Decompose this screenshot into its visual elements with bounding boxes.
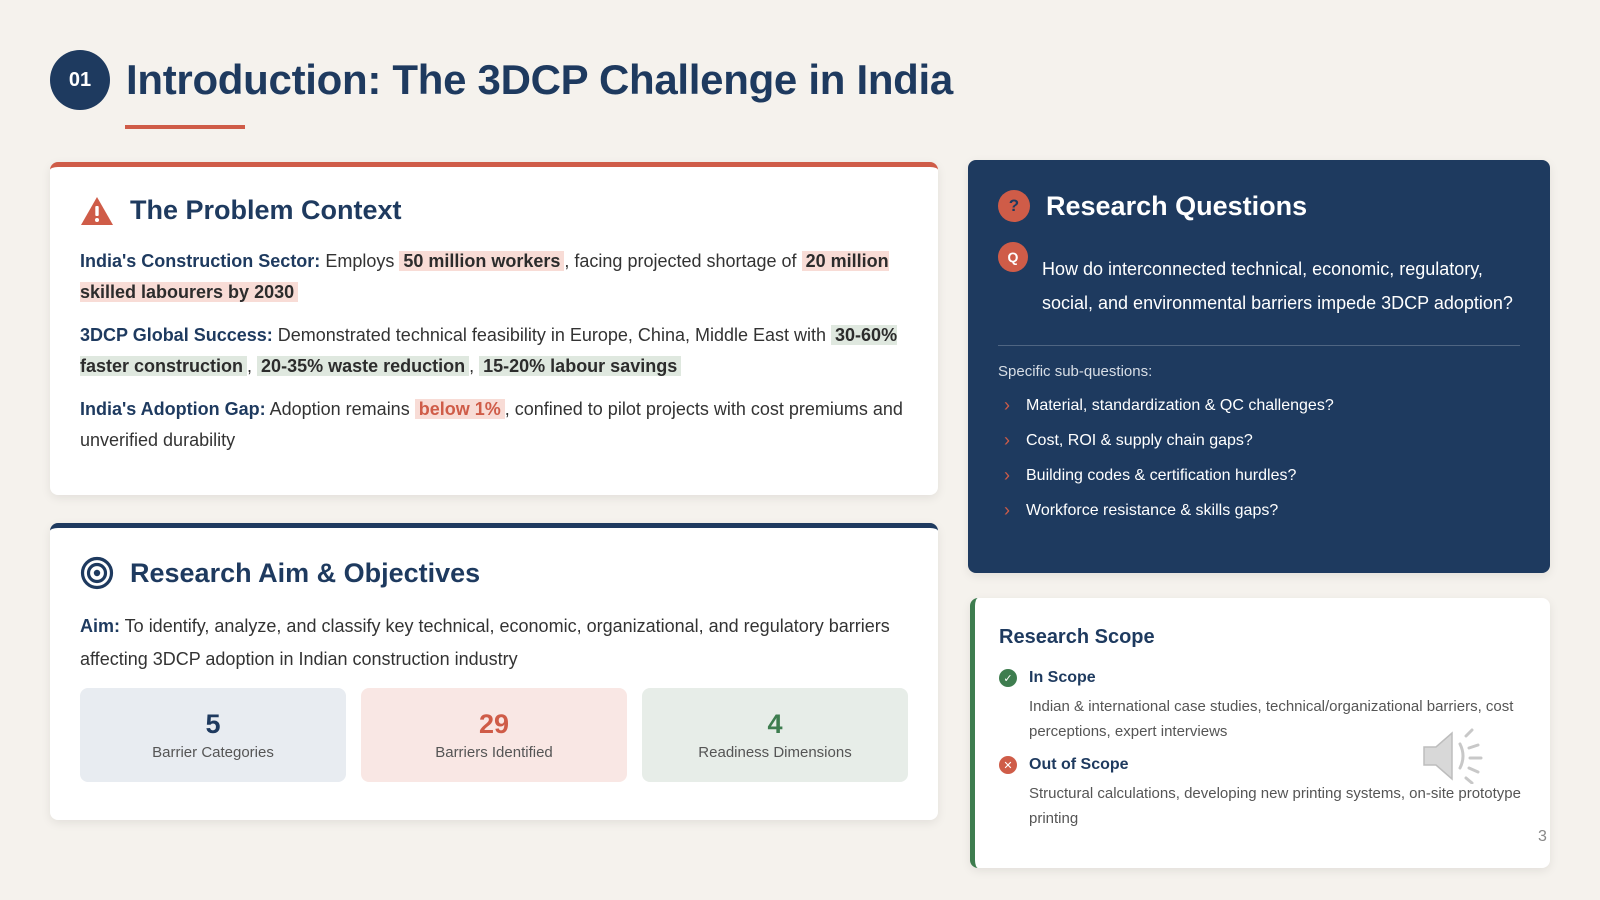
research-questions-header: ? Research Questions (998, 190, 1520, 222)
stats-row: 5 Barrier Categories 29 Barriers Identif… (80, 688, 908, 782)
stat-label: Barriers Identified (435, 744, 553, 761)
research-scope-heading: Research Scope (999, 626, 1155, 648)
chevron-right-icon: › (1004, 395, 1010, 415)
x-circle-icon: ✕ (999, 756, 1017, 774)
chevron-right-icon: › (1004, 465, 1010, 485)
research-questions-card: ? Research Questions Q How do interconne… (968, 160, 1550, 573)
page-number: 3 (1538, 828, 1547, 845)
target-icon (80, 556, 114, 590)
divider (998, 345, 1520, 346)
stat-value: 5 (205, 709, 221, 739)
highlight-labour: 15-20% labour savings (479, 356, 682, 376)
q-badge: Q (998, 242, 1028, 272)
problem-context-header: The Problem Context (80, 195, 908, 226)
slide-header: 01 Introduction: The 3DCP Challenge in I… (50, 50, 953, 110)
global-text-1: Demonstrated technical feasibility in Eu… (272, 325, 832, 345)
global-sep-2: , (469, 356, 480, 376)
title-underline (125, 125, 245, 129)
sector-label: India's Construction Sector: (80, 251, 321, 271)
gap-label: India's Adoption Gap: (80, 399, 266, 419)
research-aim-header: Research Aim & Objectives (80, 556, 908, 590)
highlight-waste: 20-35% waste reduction (257, 356, 470, 376)
sub-question-text: Cost, ROI & supply chain gaps? (1026, 431, 1253, 449)
stat-barriers-identified: 29 Barriers Identified (361, 688, 627, 782)
chevron-right-icon: › (1004, 500, 1010, 520)
sector-paragraph: India's Construction Sector: Employs 50 … (80, 246, 908, 308)
in-scope-title: In Scope (1029, 669, 1096, 686)
speaker-icon[interactable] (1422, 728, 1488, 784)
aim-paragraph: Aim: To identify, analyze, and classify … (80, 610, 908, 676)
sub-question-text: Material, standardization & QC challenge… (1026, 396, 1334, 414)
global-sep-1: , (247, 356, 258, 376)
check-circle-icon: ✓ (999, 669, 1017, 687)
sub-question-item: › Cost, ROI & supply chain gaps? (998, 423, 1520, 458)
research-aim-heading: Research Aim & Objectives (130, 557, 481, 588)
sector-text-2: , facing projected shortage of (564, 251, 802, 271)
page-title: Introduction: The 3DCP Challenge in Indi… (126, 56, 953, 103)
global-label: 3DCP Global Success: (80, 325, 273, 345)
sub-question-text: Workforce resistance & skills gaps? (1026, 501, 1279, 519)
research-questions-heading: Research Questions (1046, 190, 1308, 221)
stat-label: Readiness Dimensions (698, 744, 852, 761)
stat-label: Barrier Categories (152, 744, 274, 761)
sub-question-item: › Workforce resistance & skills gaps? (998, 493, 1520, 528)
gap-text-1: Adoption remains (265, 399, 415, 419)
sub-question-text: Building codes & certification hurdles? (1026, 466, 1297, 484)
out-scope-description: Structural calculations, developing new … (1029, 785, 1521, 827)
warning-triangle-icon (81, 196, 113, 225)
gap-paragraph: India's Adoption Gap: Adoption remains b… (80, 394, 908, 456)
sub-questions-label: Specific sub-questions: (998, 363, 1153, 380)
stat-value: 29 (478, 709, 510, 739)
sector-text-1: Employs (320, 251, 400, 271)
main-question-text: How do interconnected technical, economi… (1042, 259, 1513, 313)
problem-context-heading: The Problem Context (130, 195, 402, 225)
highlight-workers: 50 million workers (399, 251, 565, 271)
aim-text: To identify, analyze, and classify key t… (80, 616, 890, 669)
research-aim-card: Research Aim & Objectives Aim: To identi… (50, 523, 938, 820)
section-number-badge: 01 (50, 50, 110, 110)
global-paragraph: 3DCP Global Success: Demonstrated techni… (80, 320, 908, 382)
out-scope-title: Out of Scope (1029, 756, 1129, 773)
sub-question-item: › Building codes & certification hurdles… (998, 458, 1520, 493)
stat-barrier-categories: 5 Barrier Categories (80, 688, 346, 782)
main-question: Q How do interconnected technical, econo… (998, 242, 1520, 320)
stat-value: 4 (767, 709, 783, 739)
in-scope-row: ✓ In Scope (999, 669, 1522, 687)
problem-context-card: The Problem Context India's Construction… (50, 162, 938, 495)
sub-question-item: › Material, standardization & QC challen… (998, 388, 1520, 423)
highlight-below-1: below 1% (414, 399, 505, 419)
chevron-right-icon: › (1004, 430, 1010, 450)
aim-label: Aim: (80, 616, 120, 636)
question-mark-icon: ? (998, 190, 1030, 222)
stat-readiness-dimensions: 4 Readiness Dimensions (642, 688, 908, 782)
